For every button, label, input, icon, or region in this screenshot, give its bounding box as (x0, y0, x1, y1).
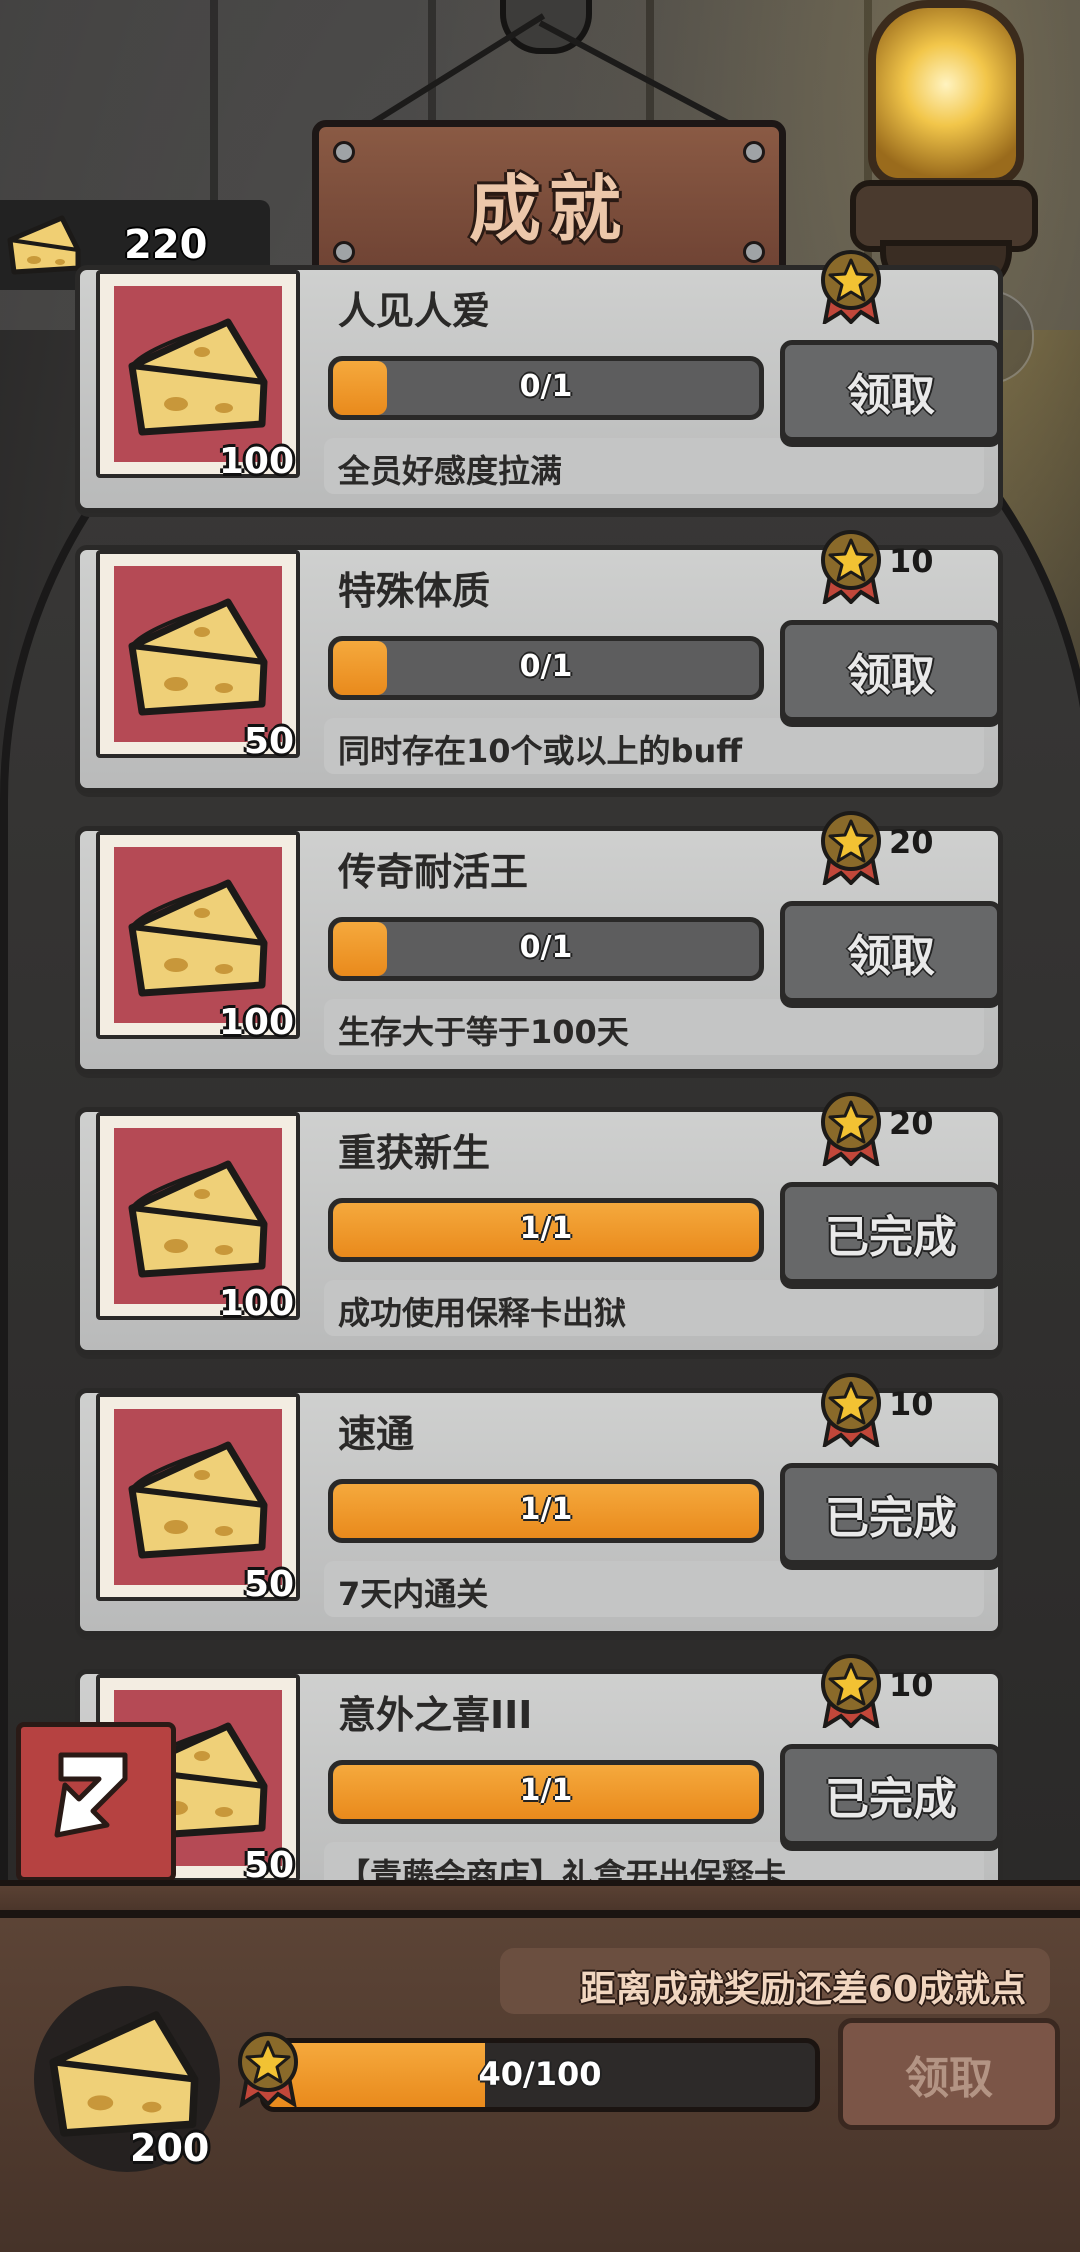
screw-icon (333, 141, 355, 163)
cheese-reward-value: 100 (218, 1002, 294, 1043)
achievement-card: 50 意外之喜III 1/1 【青藤会商店】礼盒开出保释卡 已完成 10 (75, 1654, 1003, 1921)
screw-icon (333, 241, 355, 263)
cheese-icon (128, 1160, 268, 1278)
star-medal-icon (821, 250, 881, 327)
achievement-points-reward: 20 (815, 809, 975, 888)
reward-hint-box: 距离成就奖励还差60成就点 (500, 1948, 1050, 2014)
achievement-points-reward: 10 (815, 1371, 975, 1450)
achievement-claim-button[interactable]: 已完成 (780, 1744, 1002, 1846)
achievement-claim-button[interactable]: 领取 (780, 620, 1002, 722)
achievement-card: 100 传奇耐活王 0/1 生存大于等于100天 领取 20 (75, 811, 1003, 1078)
achievement-claim-button[interactable]: 领取 (780, 901, 1002, 1003)
title-sign: 成就 (312, 120, 786, 284)
cheese-reward-value: 50 (243, 1564, 294, 1605)
cheese-reward-value: 50 (243, 721, 294, 762)
achievement-points-value: 20 (889, 1104, 934, 1142)
cheese-reward-value: 100 (218, 441, 294, 482)
achievement-description: 同时存在10个或以上的buff (338, 732, 743, 770)
achievement-points-value: 20 (889, 823, 934, 861)
achievement-progress-text: 1/1 (519, 1211, 573, 1246)
achievement-progress-bar: 1/1 (328, 1479, 764, 1543)
star-medal-icon (238, 2032, 298, 2108)
achievement-points-progress-bar: 40/100 (260, 2038, 820, 2112)
achievement-description-box: 同时存在10个或以上的buff (324, 718, 984, 774)
achievement-claim-button[interactable]: 领取 (780, 340, 1002, 442)
achievement-card: 100 重获新生 1/1 成功使用保释卡出狱 已完成 20 (75, 1092, 1003, 1359)
cheese-icon (128, 879, 268, 997)
achievement-card: 50 速通 1/1 7天内通关 已完成 10 (75, 1373, 1003, 1640)
achievement-description: 全员好感度拉满 (338, 452, 563, 490)
achievement-progress-bar: 0/1 (328, 636, 764, 700)
achievement-description-box: 7天内通关 (324, 1561, 984, 1617)
achievement-progress-bar: 1/1 (328, 1198, 764, 1262)
achievement-progress-text: 0/1 (519, 930, 573, 965)
achievement-progress-bar: 0/1 (328, 917, 764, 981)
achievement-progress-bar: 0/1 (328, 356, 764, 420)
achievement-thumbnail: 50 (96, 550, 300, 762)
achievement-title: 意外之喜III (338, 1693, 533, 1737)
cheese-icon (128, 1441, 268, 1559)
star-medal-icon (821, 811, 881, 888)
achievement-description-box: 全员好感度拉满 (324, 438, 984, 494)
star-medal-icon (821, 1373, 881, 1450)
achievement-title: 特殊体质 (338, 569, 491, 613)
achievement-points-reward: 10 (815, 1652, 975, 1731)
star-medal-icon (821, 1092, 881, 1169)
achievement-title: 传奇耐活王 (338, 850, 529, 894)
achievement-thumbnail: 100 (96, 270, 300, 482)
achievement-points-progress-text: 40/100 (478, 2055, 602, 2093)
footer-cheese-value: 200 (130, 2126, 210, 2170)
cheese-icon (128, 598, 268, 716)
achievement-description: 生存大于等于100天 (338, 1013, 629, 1051)
cheese-reward-value: 100 (218, 1283, 294, 1324)
achievement-thumbnail: 50 (96, 1393, 300, 1605)
achievement-progress-bar: 1/1 (328, 1760, 764, 1824)
achievement-card: 100 人见人爱 0/1 全员好感度拉满 领取 (75, 250, 1003, 517)
return-arrow-icon (54, 1752, 128, 1838)
achievement-description: 成功使用保释卡出狱 (338, 1294, 627, 1332)
achievement-points-value: 10 (889, 542, 934, 580)
achievement-title: 速通 (338, 1412, 415, 1456)
reward-hint: 距离成就奖励还差60成就点 (579, 1969, 1026, 2010)
achievement-card: 50 特殊体质 0/1 同时存在10个或以上的buff 领取 10 (75, 530, 1003, 797)
achievement-thumbnail: 100 (96, 831, 300, 1043)
achievement-thumbnail: 100 (96, 1112, 300, 1324)
screw-icon (743, 241, 765, 263)
footer-cheese-reward: 200 (34, 1986, 220, 2172)
footer-panel: 距离成就奖励还差60成就点 200 40/100 领取 (0, 1910, 1080, 2252)
back-button[interactable] (16, 1722, 176, 1882)
achievement-title: 重获新生 (338, 1131, 491, 1175)
achievement-claim-button[interactable]: 已完成 (780, 1182, 1002, 1284)
achievement-points-value: 10 (889, 1385, 934, 1423)
achievement-points-reward: 20 (815, 1090, 975, 1169)
achievement-description: 7天内通关 (338, 1575, 489, 1613)
achievement-points-reward: 10 (815, 528, 975, 607)
achievement-progress-text: 1/1 (519, 1773, 573, 1808)
screw-icon (743, 141, 765, 163)
cheese-icon (128, 318, 268, 436)
footer-claim-button[interactable]: 领取 (838, 2018, 1060, 2130)
achievement-progress-text: 0/1 (519, 649, 573, 684)
page-title: 成就 (468, 166, 629, 251)
star-medal-icon (821, 530, 881, 607)
cheese-count: 220 (124, 222, 208, 268)
achievement-progress-text: 0/1 (519, 369, 573, 404)
achievement-claim-button[interactable]: 已完成 (780, 1463, 1002, 1565)
achievement-points-value: 10 (889, 1666, 934, 1704)
achievement-points-reward (815, 248, 975, 327)
achievement-description-box: 生存大于等于100天 (324, 999, 984, 1055)
cheese-icon (7, 215, 81, 275)
achievement-title: 人见人爱 (338, 289, 491, 333)
star-medal-icon (821, 1654, 881, 1731)
achievement-description-box: 成功使用保释卡出狱 (324, 1280, 984, 1336)
achievement-progress-text: 1/1 (519, 1492, 573, 1527)
